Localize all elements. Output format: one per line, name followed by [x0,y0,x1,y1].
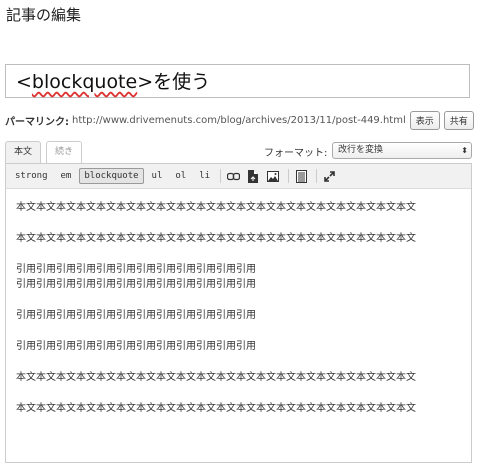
fullscreen-icon[interactable] [322,169,336,183]
quote-line: 引用引用引用引用引用引用引用引用引用引用引用引用 [16,264,256,275]
select-arrow-icon: ⬍ [461,146,468,155]
permalink-row: パーマリンク: http://www.drivemenuts.com/blog/… [5,111,474,130]
em-button[interactable]: em [56,168,77,184]
editor-panel: strong em blockquote ul ol li 本文本文本文本文本文… [5,163,472,463]
title-spellcheck-word: blockquote [31,71,138,93]
table-icon[interactable] [294,169,308,183]
blockquote-button[interactable]: blockquote [79,168,144,184]
ul-button[interactable]: ul [147,168,168,184]
title-prefix: < [16,71,32,93]
body-paragraph: 本文本文本文本文本文本文本文本文本文本文本文本文本文本文本文本文本文本文本文本文 [16,202,416,213]
permalink-label: パーマリンク: [5,117,69,128]
permalink-url[interactable]: http://www.drivemenuts.com/blog/archives… [72,115,406,126]
tab-continued[interactable]: 続き [46,141,83,163]
body-paragraph: 本文本文本文本文本文本文本文本文本文本文本文本文本文本文本文本文本文本文本文本文 [16,372,416,383]
toolbar-divider [220,169,222,183]
share-button[interactable]: 共有 [443,111,474,130]
ol-button[interactable]: ol [170,168,191,184]
toolbar-divider [316,169,318,183]
strong-button[interactable]: strong [10,168,53,184]
view-button[interactable]: 表示 [409,111,440,130]
link-icon[interactable] [226,169,240,183]
page-title: 記事の編集 [6,6,82,24]
quote-line: 引用引用引用引用引用引用引用引用引用引用引用引用 [16,279,256,290]
post-title-input[interactable]: <blockquote>を使う [5,64,470,98]
quote-line: 引用引用引用引用引用引用引用引用引用引用引用引用 [16,310,256,321]
tab-body[interactable]: 本文 [5,141,42,163]
image-icon[interactable] [266,169,280,183]
title-suffix: >を使う [137,71,211,93]
editor-toolbar: strong em blockquote ul ol li [6,164,471,189]
file-icon[interactable] [246,169,260,183]
format-select[interactable]: 改行を変換 ⬍ [332,142,472,159]
toolbar-divider [288,169,290,183]
quote-line: 引用引用引用引用引用引用引用引用引用引用引用引用 [16,341,256,352]
body-paragraph: 本文本文本文本文本文本文本文本文本文本文本文本文本文本文本文本文本文本文本文本文 [16,233,416,244]
format-label: フォーマット: [264,148,328,159]
li-button[interactable]: li [194,168,215,184]
format-selected-value: 改行を変換 [338,145,384,155]
body-paragraph: 本文本文本文本文本文本文本文本文本文本文本文本文本文本文本文本文本文本文本文本文 [16,403,416,414]
editor-content[interactable]: 本文本文本文本文本文本文本文本文本文本文本文本文本文本文本文本文本文本文本文本文… [6,189,471,416]
